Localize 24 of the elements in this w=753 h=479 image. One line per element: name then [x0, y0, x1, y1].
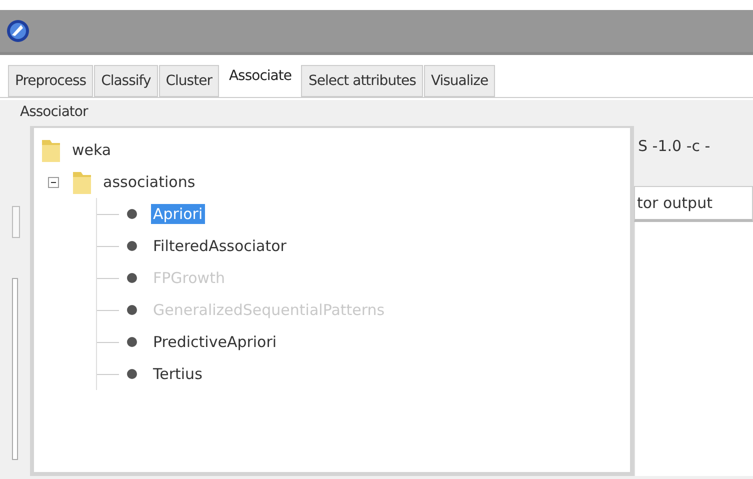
collapse-icon[interactable]	[48, 176, 59, 188]
tree-item[interactable]: Tertius	[151, 364, 204, 384]
tree-item[interactable]: FilteredAssociator	[151, 236, 288, 256]
output-tab[interactable]: tor output	[634, 186, 753, 222]
bullet-icon	[127, 337, 137, 347]
tree-item[interactable]: PredictiveApriori	[151, 332, 279, 352]
panel-edge	[12, 206, 20, 238]
bullet-icon	[127, 305, 137, 315]
bullet-icon	[127, 209, 137, 219]
folder-icon	[71, 169, 93, 195]
folder-label[interactable]: associations	[101, 172, 198, 192]
bullet-icon	[127, 273, 137, 283]
section-label: Associator	[19, 103, 90, 122]
tab[interactable]: Visualize	[424, 65, 496, 97]
tab[interactable]: Select attributes	[301, 65, 423, 97]
tab[interactable]: Cluster	[158, 65, 219, 97]
app-icon	[6, 19, 30, 43]
bullet-icon	[127, 369, 137, 379]
folder-icon	[40, 137, 62, 163]
tab[interactable]: Preprocess	[8, 65, 94, 97]
tab[interactable]: Classify	[94, 65, 158, 97]
folder-label[interactable]: weka	[70, 140, 114, 160]
bullet-icon	[127, 241, 137, 251]
options-text: S -1.0 -c -	[637, 136, 712, 157]
